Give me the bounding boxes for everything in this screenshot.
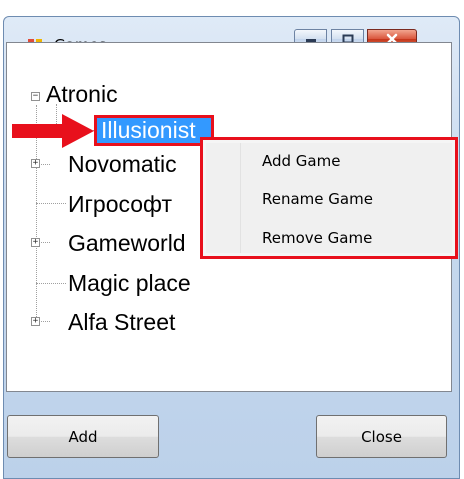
red-arrow-icon — [12, 114, 94, 148]
context-menu: Add Game Rename Game Remove Game — [200, 137, 458, 259]
tree-node-atronic[interactable]: Atronic — [46, 81, 118, 108]
tree-node-gameworld[interactable]: Gameworld — [68, 230, 186, 257]
close-button-label: Close — [361, 427, 402, 446]
tree-node-magic-place[interactable]: Magic place — [68, 270, 191, 297]
tree-node-novomatic[interactable]: Novomatic — [68, 151, 177, 178]
menu-gutter — [240, 143, 241, 253]
expand-toggle-icon[interactable]: + — [31, 238, 40, 247]
collapse-toggle-icon[interactable]: − — [31, 92, 40, 101]
tree-node-alfa-street[interactable]: Alfa Street — [68, 309, 175, 336]
close-button[interactable]: Close — [316, 415, 447, 458]
add-button-label: Add — [68, 427, 98, 446]
expand-toggle-icon[interactable]: + — [31, 317, 40, 326]
menu-item-add-game[interactable]: Add Game — [262, 152, 340, 170]
tree-line — [36, 203, 66, 204]
tree-node-illusionist[interactable]: Illusionist — [101, 117, 196, 144]
menu-item-remove-game[interactable]: Remove Game — [262, 229, 372, 247]
tree-line — [36, 283, 66, 284]
add-button[interactable]: Add — [7, 415, 159, 458]
menu-item-rename-game[interactable]: Rename Game — [262, 190, 373, 208]
tree-node-igrosoft[interactable]: Игрософт — [68, 191, 172, 218]
expand-toggle-icon[interactable]: + — [31, 159, 40, 168]
